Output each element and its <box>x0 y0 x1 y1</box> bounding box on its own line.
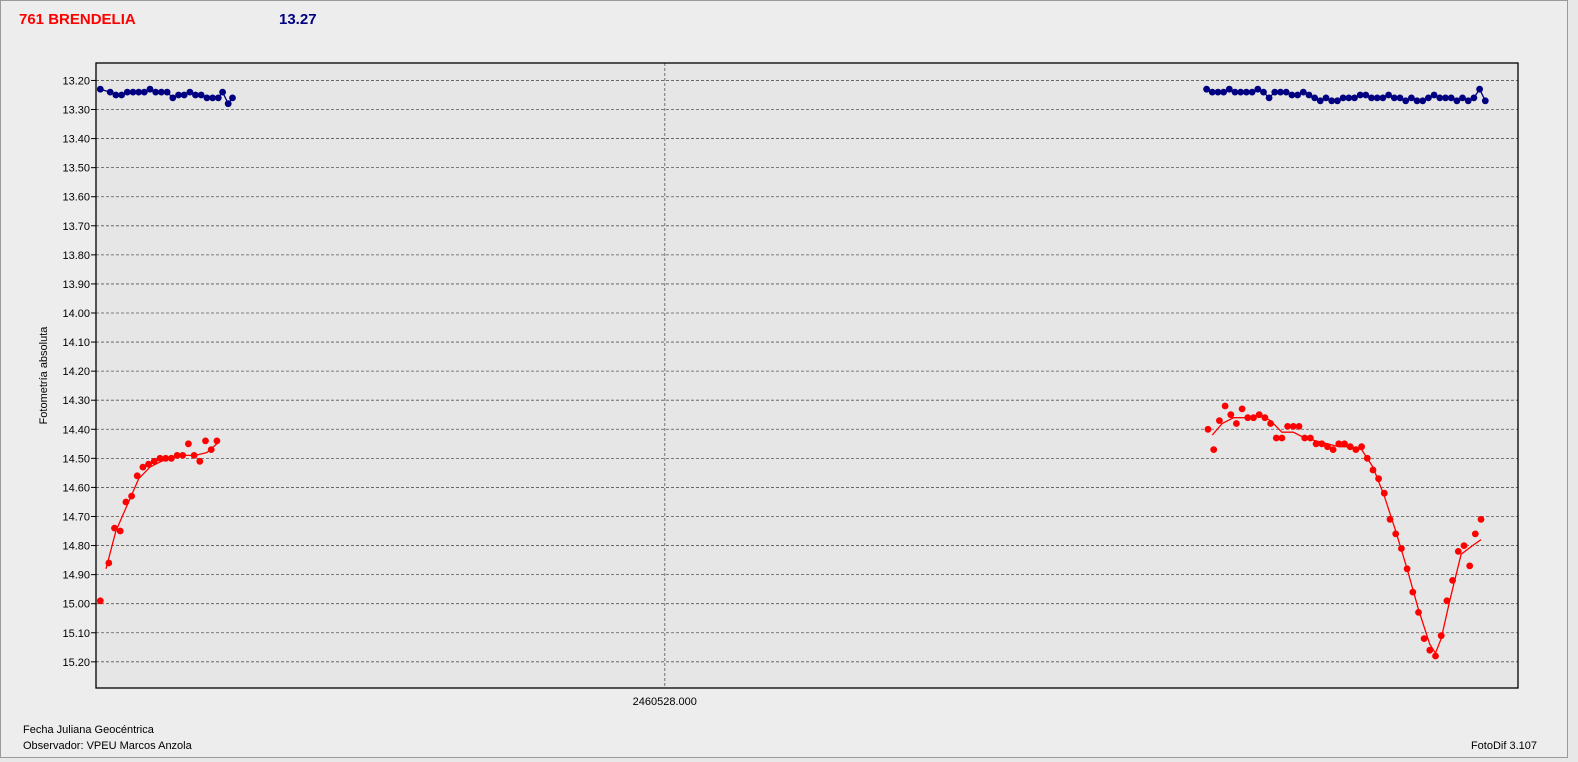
y-tick-label: 14.70 <box>62 511 90 523</box>
y-tick-label: 14.50 <box>62 453 90 465</box>
y-tick-label: 14.60 <box>62 482 90 494</box>
reference-point <box>229 94 236 102</box>
target-point <box>1477 516 1485 523</box>
reference-point <box>1476 85 1483 93</box>
target-point <box>1295 423 1303 430</box>
target-point <box>122 498 130 506</box>
target-point <box>1449 577 1456 584</box>
target-point <box>1454 548 1462 555</box>
target-point <box>105 559 113 567</box>
y-tick-label: 14.30 <box>62 395 90 407</box>
reference-point <box>219 88 227 96</box>
target-point <box>213 437 221 445</box>
target-point <box>207 446 215 453</box>
target-point <box>202 437 209 445</box>
target-point <box>1443 597 1451 605</box>
target-point <box>1238 405 1246 413</box>
reference-point <box>1265 94 1273 102</box>
target-point <box>1471 530 1479 538</box>
y-tick-label: 14.80 <box>62 541 90 553</box>
y-tick-label: 13.50 <box>62 163 90 175</box>
y-tick-label: 13.40 <box>62 134 90 146</box>
target-point <box>1329 446 1337 453</box>
target-point <box>1375 475 1382 483</box>
target-point <box>1403 565 1411 573</box>
reference-point <box>1260 88 1267 96</box>
target-point <box>1432 652 1439 660</box>
y-tick-label: 13.80 <box>62 250 90 262</box>
target-point <box>1221 402 1229 410</box>
target-point <box>1380 489 1388 497</box>
reference-point <box>1470 94 1478 102</box>
reference-point <box>1481 97 1489 105</box>
target-point <box>1227 411 1235 419</box>
target-point <box>1216 417 1223 424</box>
target-point <box>179 452 187 459</box>
target-point <box>1210 446 1218 453</box>
target-point <box>185 440 192 448</box>
y-tick-label: 15.20 <box>62 657 90 669</box>
reference-point <box>163 88 171 96</box>
y-tick-label: 14.10 <box>62 337 90 349</box>
target-point <box>1415 609 1422 616</box>
target-point <box>1261 414 1269 422</box>
plot-area <box>96 63 1518 688</box>
target-point <box>1204 425 1212 433</box>
target-point <box>1369 466 1377 474</box>
target-point <box>1278 434 1286 442</box>
target-point <box>1398 545 1405 552</box>
y-tick-label: 13.30 <box>62 105 90 117</box>
x-tick-label: 2460528.000 <box>633 696 697 708</box>
target-point <box>96 597 104 605</box>
target-point <box>1392 530 1400 538</box>
y-tick-label: 14.20 <box>62 366 90 378</box>
y-tick-label: 15.10 <box>62 628 90 640</box>
target-point <box>128 492 136 500</box>
target-point <box>1437 632 1445 640</box>
lightcurve-chart: 13.20 13.30 13.40 13.50 13.60 13.70 13.80 13.90… <box>38 62 1519 708</box>
target-point <box>116 527 124 535</box>
y-tick-label: 13.90 <box>62 279 90 291</box>
target-point <box>1358 443 1365 451</box>
target-point <box>1363 454 1371 462</box>
y-tick-label: 13.20 <box>62 75 90 87</box>
target-point <box>1233 420 1240 427</box>
y-tick-label: 14.40 <box>62 424 90 436</box>
target-point <box>196 457 204 465</box>
target-point <box>1466 562 1474 570</box>
y-tick-label: 15.00 <box>62 599 90 611</box>
target-point <box>1409 588 1417 596</box>
y-axis-label: Fotometría absoluta <box>38 326 50 425</box>
target-point <box>1460 542 1468 549</box>
target-point <box>1426 646 1434 654</box>
target-point <box>190 452 198 459</box>
target-point <box>1420 635 1428 642</box>
y-tick-label: 14.90 <box>62 570 90 582</box>
reference-point <box>96 85 104 93</box>
target-point <box>1386 516 1394 523</box>
y-tick-label: 13.70 <box>62 221 90 233</box>
target-point <box>1307 434 1314 442</box>
y-tick-label: 13.60 <box>62 192 90 204</box>
target-point <box>1267 420 1274 427</box>
target-point <box>133 472 141 480</box>
y-tick-label: 14.00 <box>62 308 90 320</box>
reference-point <box>224 100 232 108</box>
reference-point <box>214 94 222 102</box>
